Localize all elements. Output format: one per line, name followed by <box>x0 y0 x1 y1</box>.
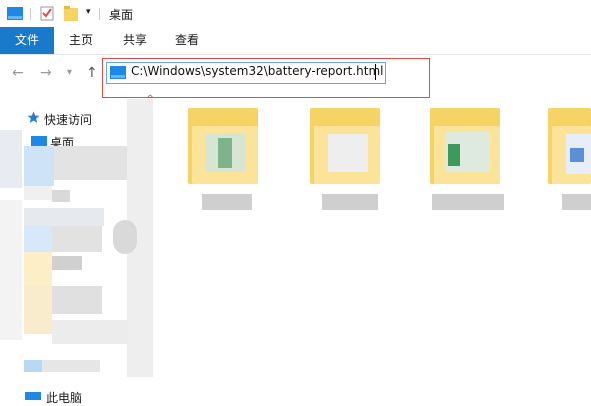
pixelated-region <box>24 226 52 252</box>
sidebar-item-quick-access[interactable]: 快速访问 <box>44 111 92 128</box>
tab-share[interactable]: 共享 <box>112 27 158 54</box>
pixelated-region <box>24 146 54 186</box>
folder-name <box>202 194 252 210</box>
folder-name <box>562 194 591 210</box>
pixelated-region <box>113 220 137 254</box>
window-title: 桌面 <box>109 8 134 22</box>
pixelated-region <box>24 186 52 200</box>
title-bar: ▾ 桌面 <box>0 0 591 27</box>
up-arrow-icon[interactable]: ↑ <box>86 65 98 81</box>
separator <box>30 8 31 20</box>
pixelated-region <box>24 252 52 286</box>
pixelated-region <box>52 320 128 344</box>
tab-file[interactable]: 文件 <box>0 27 54 54</box>
pixelated-region <box>24 360 42 372</box>
folder-name <box>432 194 504 210</box>
back-arrow-icon[interactable]: ← <box>12 65 24 81</box>
folder-item[interactable] <box>430 108 508 210</box>
this-pc-icon <box>25 392 41 400</box>
pixelated-region <box>52 286 102 314</box>
pixelated-region <box>52 190 70 202</box>
forward-arrow-icon[interactable]: → <box>40 65 52 81</box>
pixelated-region <box>54 146 134 180</box>
address-path[interactable]: C:\Windows\system32\battery-report.html <box>131 64 384 78</box>
folder-name <box>322 194 378 210</box>
new-folder-icon[interactable] <box>64 6 78 21</box>
ribbon: 文件 主页 共享 查看 <box>0 27 591 55</box>
pixelated-region <box>52 226 102 252</box>
text-cursor <box>375 64 376 80</box>
pixelated-region <box>0 200 22 340</box>
customize-quick-access-icon[interactable]: ▾ <box>86 7 91 17</box>
star-icon <box>27 111 40 123</box>
folder-item[interactable] <box>188 108 266 210</box>
folder-item[interactable] <box>310 108 388 210</box>
explorer-window-icon <box>7 7 23 20</box>
tab-view[interactable]: 查看 <box>164 27 210 54</box>
folder-item[interactable] <box>548 108 591 210</box>
separator <box>99 8 100 20</box>
pixelated-region <box>52 256 82 270</box>
sidebar-item-this-pc[interactable]: 此电脑 <box>46 389 82 406</box>
recent-locations-chevron-icon[interactable]: ▾ <box>67 67 72 78</box>
tab-home[interactable]: 主页 <box>58 27 104 54</box>
address-computer-icon <box>110 66 126 79</box>
pixelated-region <box>24 208 104 226</box>
pixelated-region <box>0 130 22 188</box>
file-thumbnail <box>328 134 368 172</box>
pixelated-region <box>24 286 52 334</box>
pixelated-region <box>42 360 100 372</box>
properties-icon[interactable] <box>40 5 54 21</box>
